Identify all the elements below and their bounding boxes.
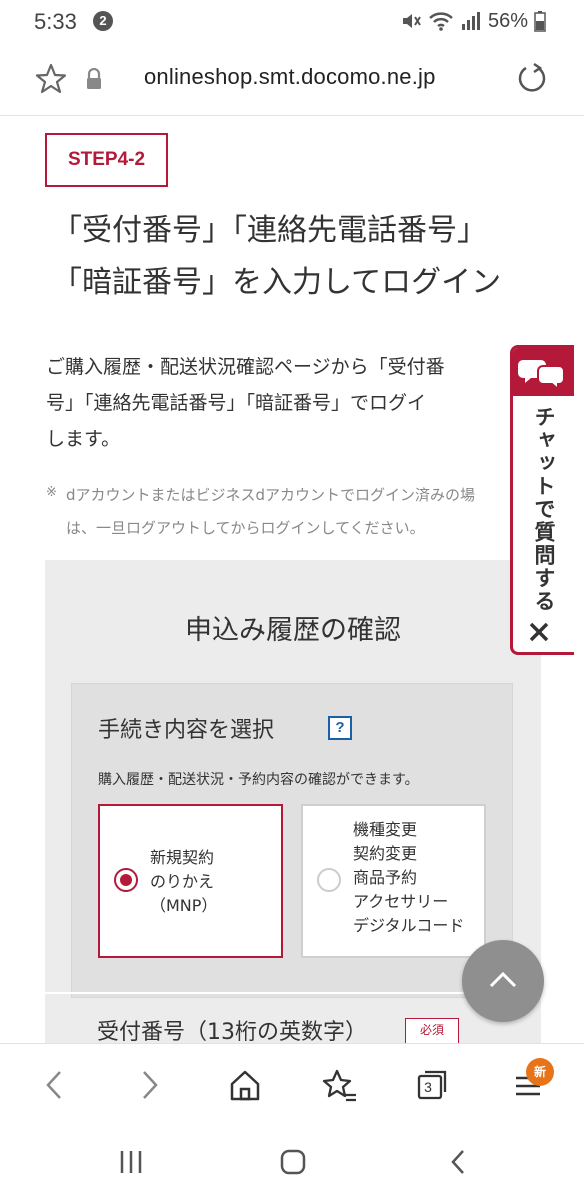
- chevron-up-icon: [489, 971, 517, 988]
- forward-arrow-icon[interactable]: [136, 1066, 164, 1104]
- note-line: は、一旦ログアウトしてからログインしてください。: [66, 519, 425, 537]
- option-new-contract[interactable]: 新規契約 のりかえ （MNP）: [98, 804, 283, 958]
- login-note: dアカウントまたはビジネスdアカウントでログイン済みの場 は、一旦ログアウトして…: [66, 479, 475, 545]
- bookmark-star-icon[interactable]: [34, 62, 68, 96]
- battery-percent: 56%: [488, 9, 529, 32]
- tab-count: 3: [424, 1079, 432, 1095]
- option-line: アクセサリー: [353, 892, 449, 911]
- status-time: 5:33: [34, 9, 77, 34]
- option-line: 機種変更: [353, 820, 418, 839]
- option-line: 契約変更: [353, 844, 418, 863]
- option-model-change[interactable]: 機種変更 契約変更 商品予約 アクセサリー デジタルコード: [301, 804, 486, 958]
- description-line: ご購入履歴・配送状況確認ページから「受付番: [46, 356, 445, 378]
- home-icon[interactable]: [228, 1066, 262, 1104]
- wifi-icon: [429, 12, 453, 31]
- close-icon[interactable]: [527, 620, 551, 644]
- page-content: STEP4-2 「受付番号」「連絡先電話番号」 「暗証番号」を入力してログイン …: [0, 117, 584, 1043]
- step-badge: STEP4-2: [45, 133, 168, 187]
- section-subtitle: 購入履歴・配送状況・予約内容の確認ができます。: [98, 772, 419, 788]
- panel-title: 申込み履歴の確認: [185, 615, 401, 646]
- recent-apps-icon[interactable]: [116, 1147, 146, 1177]
- lock-icon: [87, 68, 101, 89]
- note-line: dアカウントまたはビジネスdアカウントでログイン済みの場: [66, 486, 476, 504]
- page-headline: 「受付番号」「連絡先電話番号」 「暗証番号」を入力してログイン: [52, 205, 552, 309]
- chat-label[interactable]: チャットで質問する: [527, 406, 557, 613]
- required-badge: 必須: [405, 1018, 459, 1043]
- option-line: 新規契約: [150, 848, 215, 867]
- reload-icon[interactable]: [514, 60, 550, 96]
- bookmarks-icon[interactable]: [322, 1066, 358, 1104]
- radio-selected[interactable]: [114, 868, 138, 892]
- status-icons: 56%: [400, 8, 546, 34]
- chat-bubbles-icon: [518, 360, 565, 392]
- option-line: のりかえ: [150, 872, 215, 891]
- description-text: ご購入履歴・配送状況確認ページから「受付番 号」「連絡先電話番号」「暗証番号」で…: [46, 349, 584, 457]
- headline-line: 「暗証番号」を入力してログイン: [52, 265, 502, 300]
- status-bar: 5:33 2 56%: [0, 0, 584, 44]
- option-label: 機種変更 契約変更 商品予約 アクセサリー デジタルコード: [353, 818, 464, 938]
- home-circle-icon[interactable]: [278, 1147, 308, 1177]
- battery-icon: [534, 11, 546, 32]
- system-back-icon[interactable]: [444, 1147, 474, 1177]
- headline-line: 「受付番号」「連絡先電話番号」: [52, 213, 487, 248]
- reception-number-label: 受付番号（13桁の英数字）: [97, 1020, 367, 1043]
- option-line: 商品予約: [353, 868, 418, 887]
- option-label: 新規契約 のりかえ （MNP）: [150, 846, 217, 918]
- notification-count-badge: 2: [93, 11, 113, 31]
- tabs-button[interactable]: 3: [416, 1066, 450, 1104]
- chat-header: [513, 348, 574, 396]
- back-arrow-icon[interactable]: [40, 1066, 68, 1104]
- mute-icon: [403, 14, 421, 28]
- signal-icon: [462, 12, 480, 30]
- browser-address-bar: onlineshop.smt.docomo.ne.jp: [0, 44, 584, 116]
- procedure-select-section: 手続き内容を選択 ? 購入履歴・配送状況・予約内容の確認ができます。 新規契約 …: [71, 683, 513, 998]
- scroll-to-top-button[interactable]: [462, 940, 544, 1022]
- option-line: デジタルコード: [353, 916, 465, 935]
- note-mark: ※: [46, 485, 57, 500]
- help-button[interactable]: ?: [328, 716, 352, 740]
- url-text[interactable]: onlineshop.smt.docomo.ne.jp: [144, 64, 436, 90]
- browser-toolbar: 3 新: [0, 1043, 584, 1129]
- section-title: 手続き内容を選択: [98, 718, 275, 743]
- description-line: します。: [46, 428, 121, 450]
- option-line: （MNP）: [150, 896, 218, 915]
- system-navigation-bar: [0, 1129, 584, 1200]
- chat-widget-tab[interactable]: チャットで質問する: [510, 345, 574, 655]
- menu-new-badge: 新: [526, 1058, 554, 1086]
- description-line: 号」「連絡先電話番号」「暗証番号」でログイ: [46, 392, 427, 414]
- radio-unselected[interactable]: [317, 868, 341, 892]
